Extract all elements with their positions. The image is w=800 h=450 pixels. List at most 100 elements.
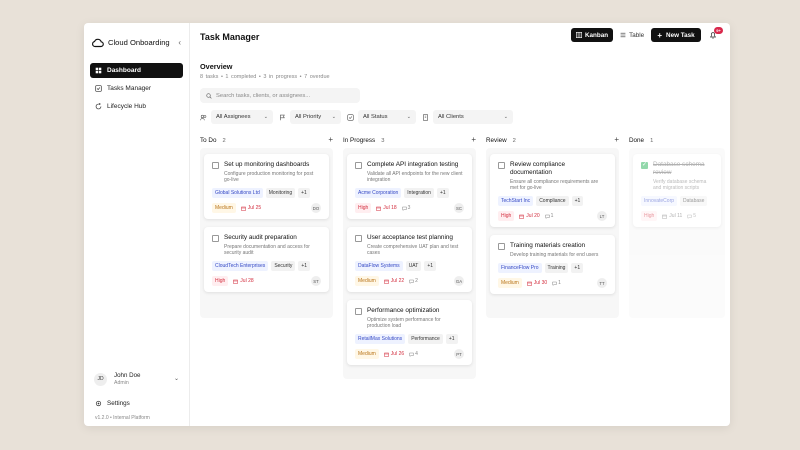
task-card[interactable]: Complete API integration testing Validat… bbox=[347, 154, 472, 219]
client-tag: Global Solutions Ltd bbox=[212, 188, 263, 198]
comment-count-text: 4 bbox=[415, 351, 418, 357]
add-task-icon[interactable]: + bbox=[471, 135, 476, 144]
category-tag: UAT bbox=[405, 261, 422, 271]
new-task-button[interactable]: + New Task bbox=[651, 28, 701, 42]
collapse-sidebar-icon[interactable]: ‹ bbox=[178, 38, 181, 47]
search-bar bbox=[200, 88, 360, 103]
task-card[interactable]: Set up monitoring dashboards Configure p… bbox=[204, 154, 329, 219]
assignee-avatar: SC bbox=[454, 203, 464, 213]
calendar-icon bbox=[384, 279, 389, 284]
task-card[interactable]: Performance optimization Optimize system… bbox=[347, 300, 472, 365]
calendar-icon bbox=[376, 206, 382, 211]
assignee-avatar: PT bbox=[454, 349, 464, 359]
comment-count: 3 bbox=[401, 205, 410, 211]
kanban-view-button[interactable]: Kanban bbox=[571, 28, 614, 42]
due-date: Jul 26 bbox=[384, 351, 404, 357]
column-title: Done bbox=[629, 137, 645, 144]
task-description: Prepare documentation and access for sec… bbox=[224, 244, 310, 256]
task-card[interactable]: Training materials creation Develop trai… bbox=[490, 235, 615, 294]
checklist-icon bbox=[95, 85, 102, 92]
comment-count: 5 bbox=[687, 213, 696, 219]
table-label: Table bbox=[629, 31, 645, 39]
search-input[interactable] bbox=[216, 92, 356, 99]
comment-count: 1 bbox=[552, 280, 561, 286]
more-tags: +1 bbox=[571, 263, 584, 273]
task-title: Database schema review bbox=[653, 161, 705, 176]
kanban-board: To Do 2 + Set up monitoring dashboards C… bbox=[200, 133, 725, 379]
settings-button[interactable]: Settings bbox=[90, 396, 183, 410]
user-menu[interactable]: JD John Doe Admin ⌄ bbox=[90, 368, 183, 390]
version-text: v1.2.0 • Internal Platform bbox=[95, 415, 150, 421]
comment-icon bbox=[687, 214, 693, 219]
overview: Overview 8 tasks • 1 completed • 3 in pr… bbox=[200, 62, 330, 80]
task-card[interactable]: User acceptance test planning Create com… bbox=[347, 227, 472, 292]
more-tags: +1 bbox=[571, 196, 584, 206]
sidebar: Cloud Onboarding ‹ Dashboard Tasks Manag… bbox=[84, 23, 190, 426]
table-view-button[interactable]: Table bbox=[615, 28, 649, 42]
task-checkbox[interactable] bbox=[212, 234, 219, 242]
overview-title: Overview bbox=[200, 62, 233, 71]
add-task-icon[interactable]: + bbox=[328, 135, 333, 144]
kanban-label: Kanban bbox=[585, 31, 609, 39]
task-card[interactable]: Security audit preparation Prepare docum… bbox=[204, 227, 329, 292]
due-date-text: Jul 28 bbox=[240, 278, 254, 284]
task-checkbox[interactable] bbox=[641, 161, 648, 169]
due-date-text: Jul 18 bbox=[383, 205, 397, 211]
assignee-filter[interactable]: All Assignees ⌄ bbox=[211, 110, 273, 124]
calendar-icon bbox=[527, 281, 532, 286]
column-done: Done 1 Database schema review Verify dat… bbox=[629, 133, 725, 379]
column-title: In Progress bbox=[343, 137, 376, 144]
cloud-logo-icon bbox=[92, 38, 104, 48]
task-checkbox[interactable] bbox=[355, 234, 362, 242]
task-checkbox[interactable] bbox=[212, 161, 219, 169]
due-date-text: Jul 26 bbox=[390, 351, 405, 357]
priority-filter-value: All Priority bbox=[295, 114, 322, 120]
task-title: User acceptance test planning bbox=[367, 234, 453, 241]
client-tag: TechStart Inc bbox=[498, 196, 534, 206]
chevron-down-icon: ⌄ bbox=[173, 376, 179, 382]
due-date: Jul 20 bbox=[519, 213, 540, 219]
calendar-icon bbox=[233, 279, 239, 284]
brand[interactable]: Cloud Onboarding ‹ bbox=[90, 29, 183, 57]
kanban-icon bbox=[576, 32, 582, 38]
task-card[interactable]: Review compliance documentation Ensure a… bbox=[490, 154, 615, 227]
more-tags: +1 bbox=[298, 261, 311, 271]
more-tags: +1 bbox=[436, 188, 449, 198]
overview-stats: 8 tasks • 1 completed • 3 in progress • … bbox=[200, 74, 330, 80]
avatar: JD bbox=[94, 372, 107, 386]
priority-badge: High bbox=[355, 203, 372, 213]
sidebar-item-dashboard[interactable]: Dashboard bbox=[90, 63, 183, 78]
task-checkbox[interactable] bbox=[498, 161, 505, 169]
clients-filter[interactable]: All Clients ⌄ bbox=[433, 110, 513, 124]
task-title: Performance optimization bbox=[367, 307, 440, 314]
priority-badge: High bbox=[498, 211, 515, 221]
due-date: Jul 22 bbox=[384, 278, 404, 284]
sidebar-item-lifecycle-hub[interactable]: Lifecycle Hub bbox=[90, 99, 183, 114]
task-checkbox[interactable] bbox=[355, 161, 362, 169]
priority-filter[interactable]: All Priority ⌄ bbox=[290, 110, 341, 124]
chevron-down-icon: ⌄ bbox=[263, 114, 268, 120]
task-card[interactable]: Database schema review Verify database s… bbox=[633, 154, 721, 227]
due-date: Jul 28 bbox=[233, 278, 254, 284]
building-icon bbox=[423, 113, 428, 121]
task-title: Complete API integration testing bbox=[367, 161, 459, 168]
due-date: Jul 18 bbox=[376, 205, 397, 211]
column-title: To Do bbox=[200, 137, 217, 144]
calendar-icon bbox=[241, 206, 246, 211]
task-checkbox[interactable] bbox=[355, 307, 362, 315]
comment-count: 4 bbox=[409, 351, 418, 357]
status-icon bbox=[347, 113, 354, 121]
add-task-icon[interactable]: + bbox=[614, 135, 619, 144]
main-content: Task Manager Kanban Table + New Task 9+ … bbox=[190, 23, 730, 426]
dashboard-icon bbox=[95, 67, 102, 74]
task-checkbox[interactable] bbox=[498, 242, 505, 250]
more-tags: +1 bbox=[445, 334, 458, 344]
sidebar-item-tasks-manager[interactable]: Tasks Manager bbox=[90, 81, 183, 96]
status-filter[interactable]: All Status ⌄ bbox=[358, 110, 416, 124]
comment-count: 2 bbox=[409, 278, 418, 284]
column-review: Review 2 + Review compliance documentati… bbox=[486, 133, 619, 379]
user-role: Admin bbox=[114, 380, 129, 386]
refresh-cycle-icon bbox=[95, 103, 102, 110]
category-tag: Monitoring bbox=[265, 188, 296, 198]
due-date: Jul 11 bbox=[662, 213, 682, 219]
